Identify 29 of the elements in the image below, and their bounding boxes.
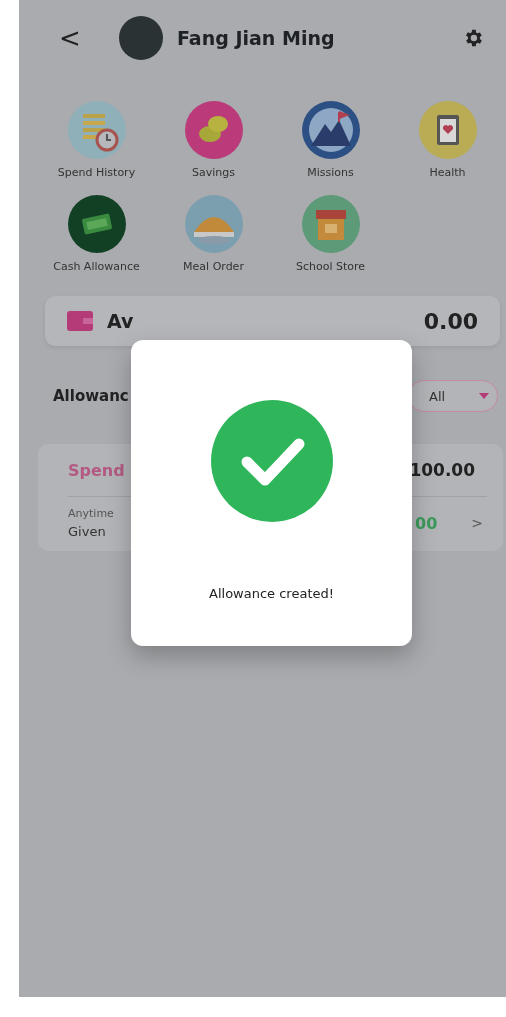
- allowance-title: Spend: [68, 460, 125, 480]
- menu-item[interactable]: Health: [389, 100, 506, 180]
- wallet-icon: [67, 311, 93, 331]
- user-name: Fang Jian Ming: [177, 27, 336, 49]
- menu-item[interactable]: Savings: [155, 100, 272, 180]
- store-icon: [300, 194, 361, 254]
- allowance-amount: 100.00: [409, 460, 475, 480]
- health-icon: [417, 100, 478, 160]
- given-amount: 00: [415, 513, 438, 533]
- avatar: [119, 16, 163, 60]
- menu-item[interactable]: Meal Order: [155, 194, 272, 274]
- schedule-text: Anytime: [68, 507, 114, 520]
- section-title: Allowanc: [53, 387, 129, 405]
- cash-icon: [66, 194, 127, 254]
- meal-icon: [183, 194, 244, 254]
- balance-label: Av: [107, 310, 134, 332]
- success-check-icon: [210, 400, 333, 522]
- dialog-message: Allowance created!: [209, 586, 334, 601]
- menu-item[interactable]: School Store: [272, 194, 389, 274]
- missions-icon: [300, 100, 361, 160]
- menu-item[interactable]: Cash Allowance: [38, 194, 155, 274]
- history-icon: [66, 100, 127, 160]
- status-text: Given: [68, 524, 107, 539]
- chevron-button[interactable]: >: [467, 515, 487, 531]
- back-button[interactable]: <: [59, 23, 81, 53]
- caret-icon: [479, 392, 489, 400]
- menu-item[interactable]: Spend History: [38, 100, 155, 180]
- menu-item[interactable]: Missions: [272, 100, 389, 180]
- balance-amount: 0.00: [423, 308, 478, 334]
